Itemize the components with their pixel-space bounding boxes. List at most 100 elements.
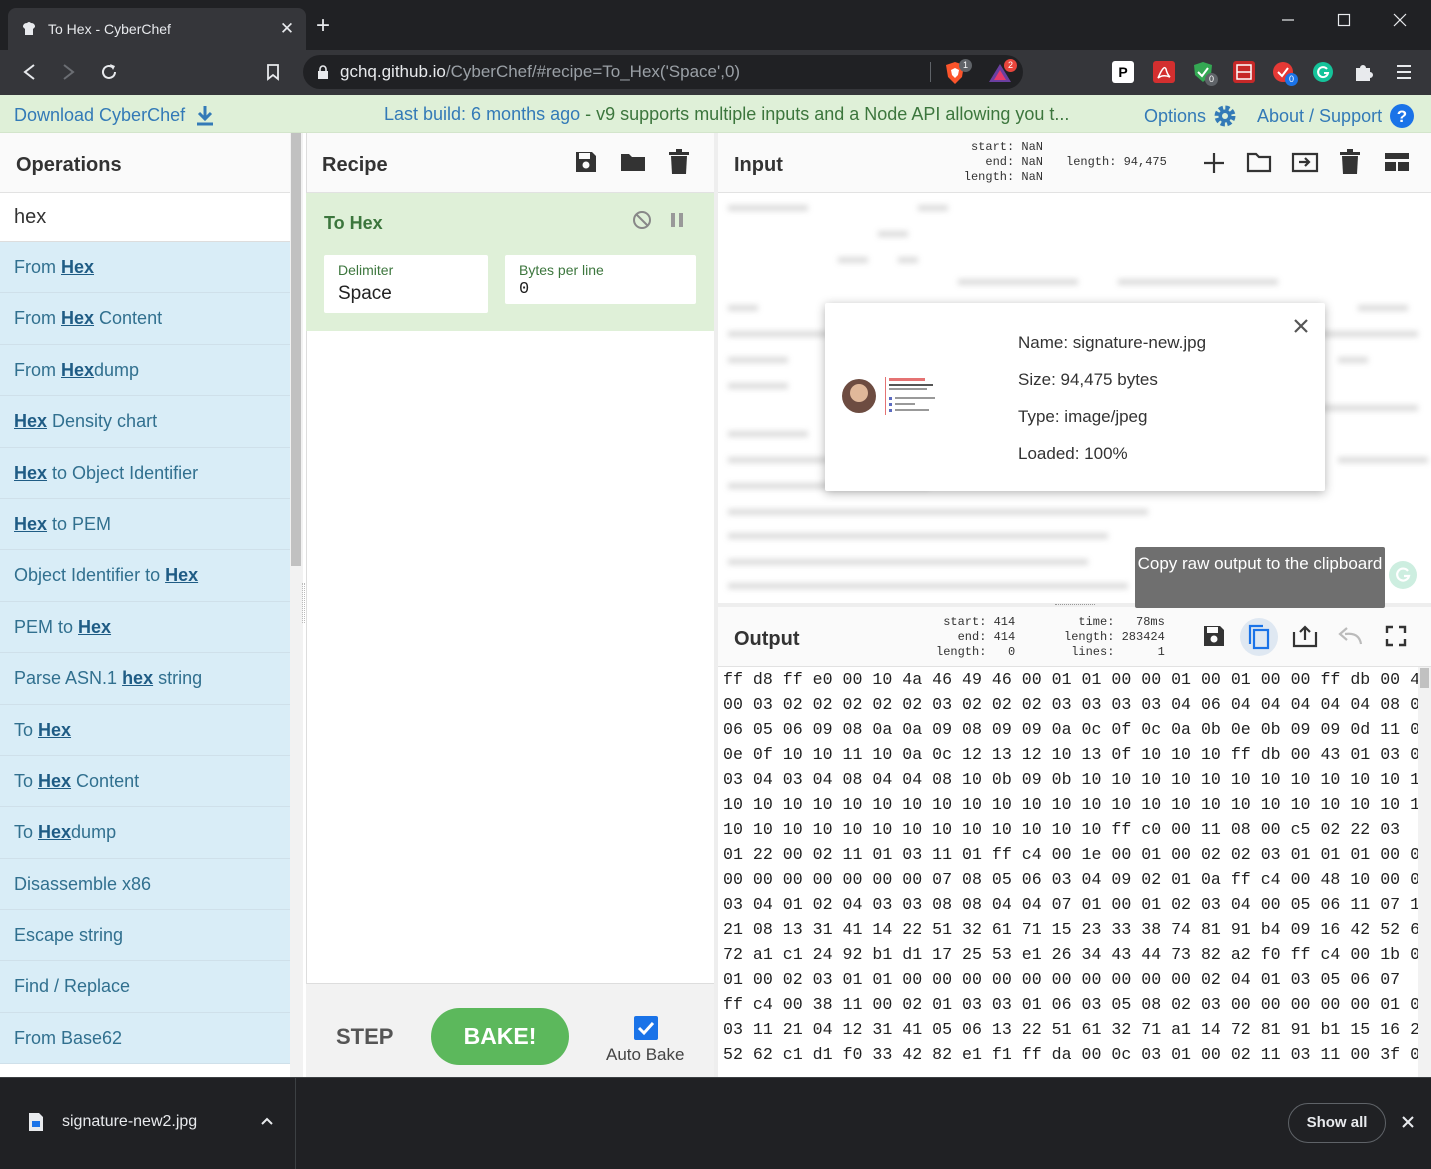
show-all-downloads-button[interactable]: Show all xyxy=(1288,1103,1386,1143)
output-line: ff d8 ff e0 00 10 4a 46 49 46 00 01 01 0… xyxy=(723,670,1418,689)
open-folder-icon[interactable] xyxy=(1291,150,1319,174)
auto-bake-checkbox[interactable] xyxy=(633,1015,659,1041)
brave-rewards-badge: 2 xyxy=(1004,59,1017,72)
output-text-area[interactable]: ff d8 ff e0 00 10 4a 46 49 46 00 01 01 0… xyxy=(718,667,1418,1077)
save-recipe-icon[interactable] xyxy=(574,150,598,174)
clear-input-icon[interactable] xyxy=(1339,149,1361,175)
url-text[interactable]: gchq.github.io/CyberChef/#recipe=To_Hex(… xyxy=(340,62,740,82)
pdf-extension-icon[interactable] xyxy=(1153,61,1175,83)
operation-item-text: To xyxy=(14,822,39,843)
output-line: 01 22 00 02 11 01 03 11 01 ff c4 00 1e 0… xyxy=(723,845,1418,864)
output-bake-stats: time: 78ms length: 283424 lines: 1 xyxy=(1064,615,1165,659)
copy-icon xyxy=(1248,624,1270,650)
maximize-output-icon[interactable] xyxy=(1385,625,1407,647)
extension-p-icon[interactable]: P xyxy=(1112,61,1134,83)
operations-search[interactable] xyxy=(0,193,290,242)
copy-output-button[interactable] xyxy=(1240,618,1278,656)
operation-item-text: to PEM xyxy=(47,513,112,534)
operation-item[interactable]: From Base62 xyxy=(0,1012,290,1065)
disable-operation-icon[interactable] xyxy=(632,210,652,230)
operation-item[interactable]: Hex Density chart xyxy=(0,396,290,448)
operation-item-match: Hex xyxy=(14,513,48,534)
open-file-icon[interactable] xyxy=(1246,151,1272,173)
shield-check-extension-icon[interactable]: 0 xyxy=(1192,61,1218,86)
download-chevron-up-icon[interactable] xyxy=(260,1116,274,1126)
operation-item[interactable]: To Hex Content xyxy=(0,755,290,808)
close-downloads-bar-icon[interactable] xyxy=(1401,1115,1415,1129)
clear-recipe-icon[interactable] xyxy=(668,149,690,175)
tab-close-icon[interactable]: ✕ xyxy=(276,19,298,39)
operation-item[interactable]: From Hex xyxy=(0,242,290,294)
operation-item[interactable]: Disassemble x86 xyxy=(0,858,290,911)
operation-item[interactable]: From Hexdump xyxy=(0,344,290,397)
brave-shields-icon[interactable]: 1 xyxy=(944,59,972,85)
tracker-extension-icon[interactable]: 0 xyxy=(1272,61,1298,86)
operation-item[interactable]: Parse ASN.1 hex string xyxy=(0,653,290,705)
close-file-details-icon[interactable] xyxy=(1293,318,1309,334)
replace-input-icon[interactable] xyxy=(1292,624,1318,648)
operation-item[interactable]: From Hex Content xyxy=(0,293,290,345)
output-line: 10 10 10 10 10 10 10 10 10 10 10 10 10 1… xyxy=(723,795,1418,814)
output-line: 00 03 02 02 02 02 02 03 02 02 02 03 03 0… xyxy=(723,695,1418,714)
add-input-icon[interactable] xyxy=(1202,151,1226,175)
breakpoint-icon[interactable] xyxy=(670,212,684,228)
operation-item[interactable]: Escape string xyxy=(0,910,290,962)
download-item[interactable]: signature-new2.jpg xyxy=(0,1078,296,1169)
output-scrollbar[interactable] xyxy=(1418,667,1431,1077)
operation-item[interactable]: Hex to Object Identifier xyxy=(0,447,290,499)
operation-item[interactable]: Object Identifier to Hex xyxy=(0,550,290,602)
new-tab-icon[interactable]: + xyxy=(316,14,330,38)
input-selection-stats: start: NaN end: NaN length: NaN xyxy=(963,140,1043,184)
operation-item[interactable]: Find / Replace xyxy=(0,961,290,1013)
load-recipe-icon[interactable] xyxy=(620,151,646,173)
undo-icon xyxy=(1337,626,1363,646)
browser-menu-icon[interactable] xyxy=(1395,62,1413,82)
output-title: Output xyxy=(734,628,800,650)
build-link[interactable]: Last build: 6 months ago xyxy=(384,104,580,124)
bytes-per-line-field[interactable]: Bytes per line 0 xyxy=(505,255,696,304)
operations-scrollbar-thumb[interactable] xyxy=(291,133,301,566)
file-icon xyxy=(28,1112,44,1132)
bookmark-icon[interactable] xyxy=(260,60,286,84)
step-button[interactable]: STEP xyxy=(336,1024,393,1050)
operation-item-match: Hex xyxy=(78,616,112,637)
extensions-puzzle-icon[interactable] xyxy=(1352,61,1374,83)
browser-tab[interactable]: To Hex - CyberChef ✕ xyxy=(8,8,306,50)
grammarly-icon[interactable] xyxy=(1312,61,1334,83)
download-cyberchef-link[interactable]: Download CyberChef xyxy=(14,104,215,126)
minimize-icon[interactable] xyxy=(1260,4,1316,36)
operations-title: Operations xyxy=(16,154,122,176)
save-output-icon[interactable] xyxy=(1202,624,1226,648)
operation-item-text: From xyxy=(14,308,61,329)
omnibox-divider xyxy=(930,62,931,82)
io-resize-grip[interactable] xyxy=(1055,604,1095,606)
recipe-operation-to-hex: To Hex Delimiter Space Bytes per line 0 xyxy=(306,193,714,331)
brave-shields-badge: 1 xyxy=(959,59,972,72)
red-extension-icon[interactable] xyxy=(1233,61,1255,83)
output-scrollbar-thumb[interactable] xyxy=(1420,668,1429,688)
output-line: 03 04 03 04 08 04 04 08 10 0b 09 0b 10 1… xyxy=(723,770,1418,789)
bytes-per-line-label: Bytes per line xyxy=(519,262,604,278)
address-bar[interactable]: gchq.github.io/CyberChef/#recipe=To_Hex(… xyxy=(303,55,1023,89)
brave-rewards-icon[interactable]: 2 xyxy=(988,59,1017,84)
maximize-icon[interactable] xyxy=(1316,4,1372,36)
bake-button[interactable]: BAKE! xyxy=(431,1008,569,1065)
reload-icon[interactable] xyxy=(96,60,122,84)
operation-item[interactable]: To Hex xyxy=(0,704,290,756)
about-support-button[interactable]: About / Support ? xyxy=(1257,103,1415,129)
delimiter-field[interactable]: Delimiter Space xyxy=(324,255,488,313)
operation-item[interactable]: Hex to PEM xyxy=(0,498,290,551)
window-close-icon[interactable] xyxy=(1372,4,1428,36)
file-loaded: Loaded: 100% xyxy=(1018,444,1128,463)
operation-item[interactable]: PEM to Hex xyxy=(0,601,290,654)
operation-item[interactable]: To Hexdump xyxy=(0,807,290,859)
options-button[interactable]: Options xyxy=(1144,103,1238,129)
back-icon[interactable] xyxy=(16,60,42,84)
reset-layout-icon[interactable] xyxy=(1384,152,1410,172)
ops-resize-gutter[interactable] xyxy=(302,583,305,623)
forward-icon[interactable] xyxy=(56,60,82,84)
operations-search-input[interactable] xyxy=(0,193,280,241)
output-line: 03 04 01 02 04 03 03 08 08 04 04 07 01 0… xyxy=(723,895,1418,914)
tab-title: To Hex - CyberChef xyxy=(48,21,171,37)
grammarly-float-icon[interactable] xyxy=(1388,560,1418,590)
